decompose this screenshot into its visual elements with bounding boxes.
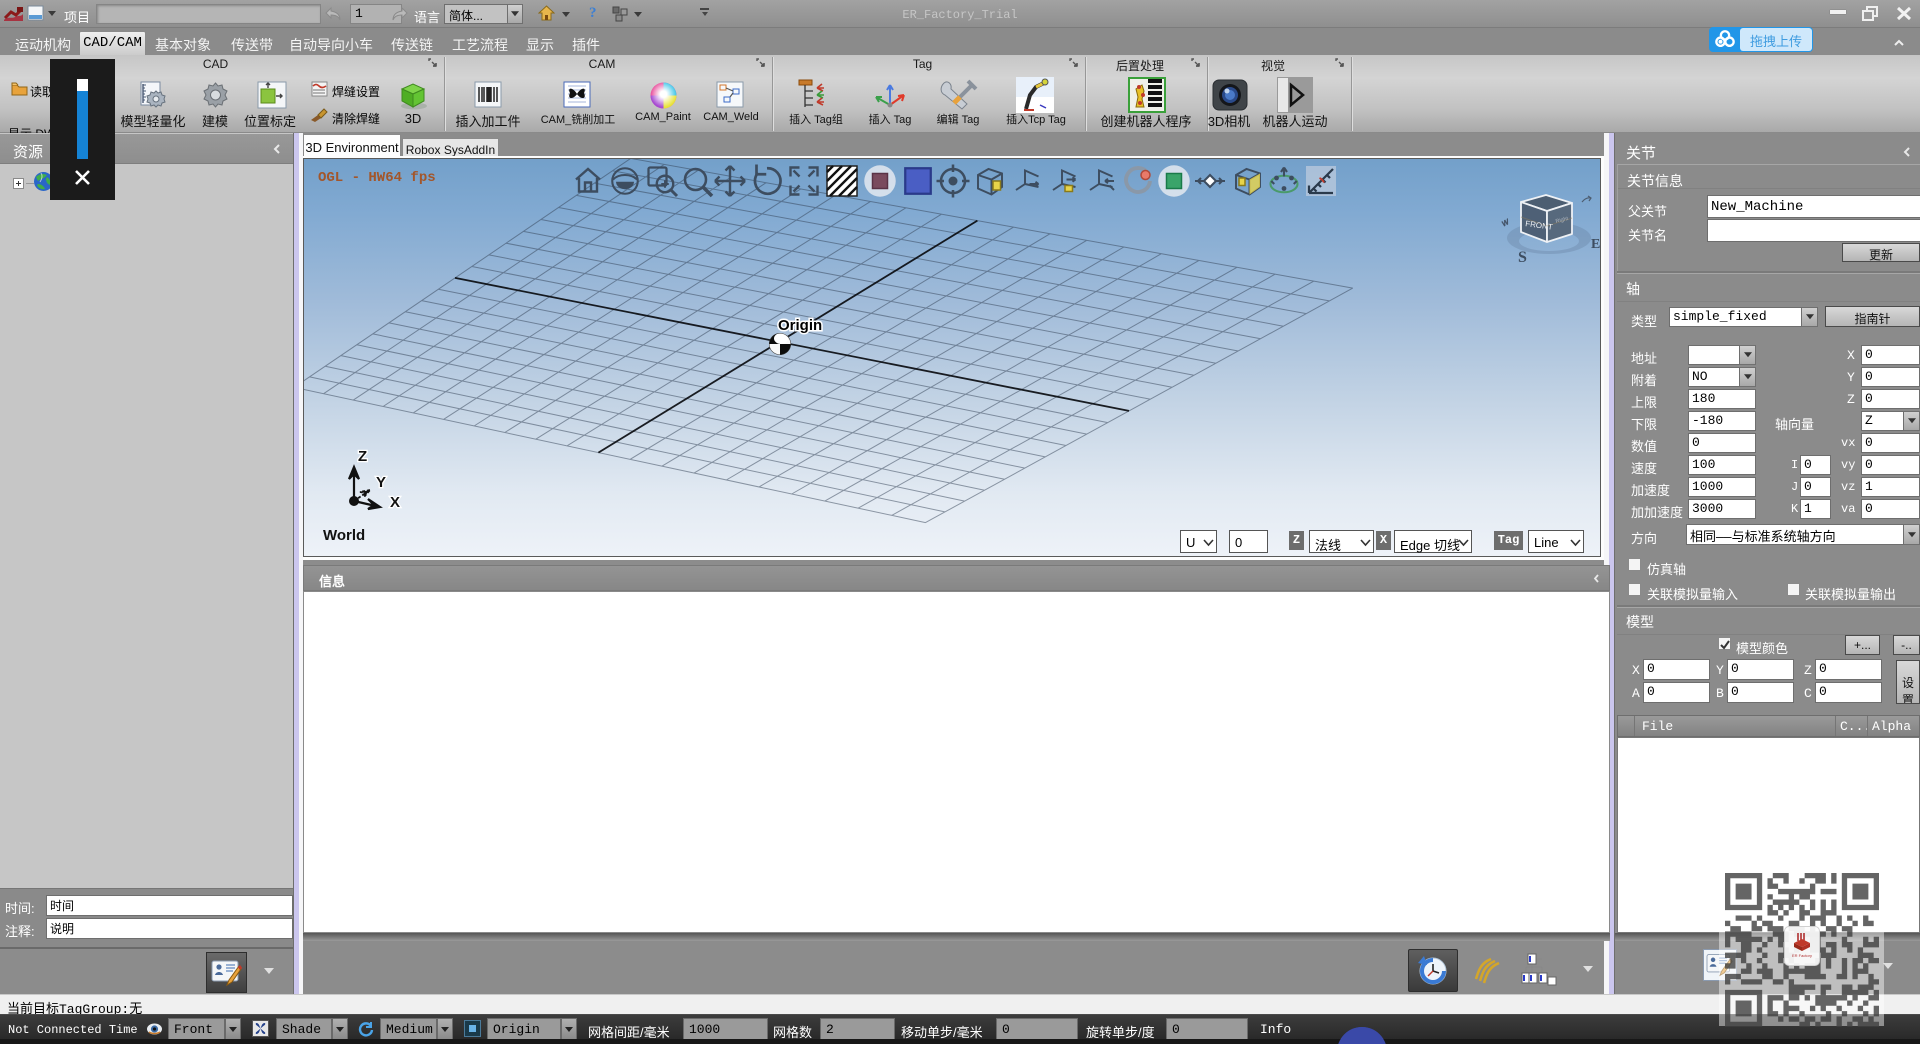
svg-text:𝑤: 𝑤 <box>1499 216 1512 230</box>
svg-text:S: S <box>1518 249 1527 266</box>
svg-text:X: X <box>390 494 400 511</box>
svg-text:Z: Z <box>358 448 367 465</box>
svg-text:Y: Y <box>376 474 386 491</box>
svg-text:E: E <box>1591 237 1600 252</box>
